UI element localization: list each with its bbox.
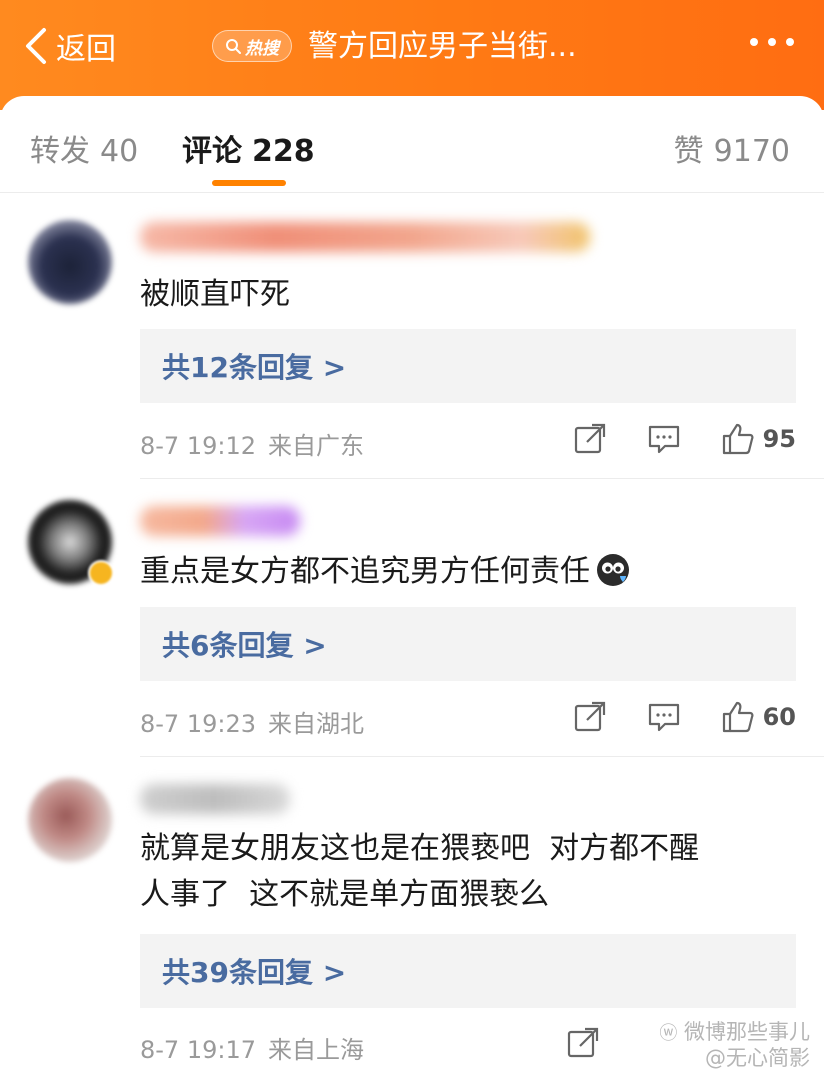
comment-icon[interactable]	[647, 700, 681, 734]
comment-date: 8-7 19:23	[140, 710, 256, 738]
tab-comments[interactable]: 评论 228	[182, 126, 315, 170]
share-icon[interactable]	[573, 700, 607, 734]
top-navigation-bar: 返回 热搜 警方回应男子当街...	[0, 0, 824, 110]
view-replies-button[interactable]: 共6条回复 >	[140, 607, 796, 681]
hot-badge-label: 热搜	[245, 38, 279, 59]
view-replies-button[interactable]: 共12条回复 >	[140, 329, 796, 403]
divider	[140, 478, 824, 479]
watermark-line: ⓦ 微博那些事儿	[659, 1020, 810, 1046]
tab-label: 评论	[182, 134, 242, 169]
username-blurred[interactable]	[140, 784, 290, 814]
username-blurred[interactable]	[140, 506, 300, 536]
avatar[interactable]	[28, 778, 112, 862]
comment-location: 来自湖北	[268, 710, 364, 738]
watermark-line: @无心简影	[705, 1046, 810, 1070]
tab-likes[interactable]: 赞 9170	[674, 126, 790, 170]
watermark-text: 微博那些事儿	[684, 1020, 810, 1044]
comment-meta: 8-7 19:17 来自上海	[140, 1030, 364, 1065]
dot-icon	[750, 38, 758, 46]
tab-bar: 转发 40 评论 228 赞 9170	[0, 96, 824, 193]
tab-reposts[interactable]: 转发 40	[30, 126, 138, 170]
page-title: 警方回应男子当街...	[308, 29, 577, 64]
chevron-left-icon	[26, 28, 46, 64]
dot-icon	[768, 38, 776, 46]
comment-actions: 60	[573, 700, 796, 734]
share-icon[interactable]	[566, 1026, 600, 1060]
search-icon	[226, 39, 241, 54]
weibo-logo-icon: ⓦ	[659, 1023, 678, 1044]
divider	[140, 756, 824, 757]
comment-actions	[566, 1026, 640, 1060]
back-label: 返回	[56, 32, 116, 67]
comment-meta: 8-7 19:23 来自湖北	[140, 704, 364, 739]
crying-emoji-icon	[597, 554, 629, 586]
divider	[0, 192, 824, 193]
comment-actions: 95	[573, 422, 796, 456]
like-button[interactable]: 60	[721, 700, 796, 734]
avatar[interactable]	[28, 220, 112, 304]
thumbs-up-icon	[722, 423, 754, 455]
dot-icon	[786, 38, 794, 46]
comment-meta: 8-7 19:12 来自广东	[140, 426, 364, 461]
username-blurred[interactable]	[140, 222, 590, 252]
comment-text-content: 重点是女方都不追究男方任何责任	[140, 554, 590, 589]
watermark: ⓦ 微博那些事儿 @无心简影	[659, 1020, 810, 1070]
tab-label: 转发	[30, 134, 90, 169]
comment-text: 重点是女方都不追究男方任何责任	[140, 549, 780, 595]
hot-search-badge[interactable]: 热搜	[212, 30, 292, 62]
back-button[interactable]: 返回	[22, 20, 116, 72]
like-count: 95	[762, 425, 796, 453]
comment-location: 来自上海	[268, 1036, 364, 1064]
tab-label: 赞	[673, 134, 704, 169]
share-icon[interactable]	[573, 422, 607, 456]
comment-date: 8-7 19:17	[140, 1036, 256, 1064]
comment-text: 就算是女朋友这也是在猥亵吧 对方都不醒 人事了 这不就是单方面猥亵么	[140, 826, 780, 918]
tab-count: 9170	[713, 134, 790, 169]
comment-date: 8-7 19:12	[140, 432, 256, 460]
verified-badge-icon	[88, 560, 114, 586]
thumbs-up-icon	[722, 701, 754, 733]
like-button[interactable]: 95	[721, 422, 796, 456]
comment-text: 被顺直吓死	[140, 277, 290, 312]
view-replies-button[interactable]: 共39条回复 >	[140, 934, 796, 1008]
comment-text-line: 人事了 这不就是单方面猥亵么	[140, 877, 550, 912]
comment-icon[interactable]	[647, 422, 681, 456]
comment-location: 来自广东	[268, 432, 364, 460]
tab-count: 228	[252, 134, 315, 169]
like-count: 60	[762, 703, 796, 731]
tab-count: 40	[100, 134, 139, 169]
comment-text-line: 就算是女朋友这也是在猥亵吧 对方都不醒	[140, 831, 700, 866]
more-options-button[interactable]	[750, 38, 794, 46]
active-tab-indicator	[212, 180, 286, 186]
